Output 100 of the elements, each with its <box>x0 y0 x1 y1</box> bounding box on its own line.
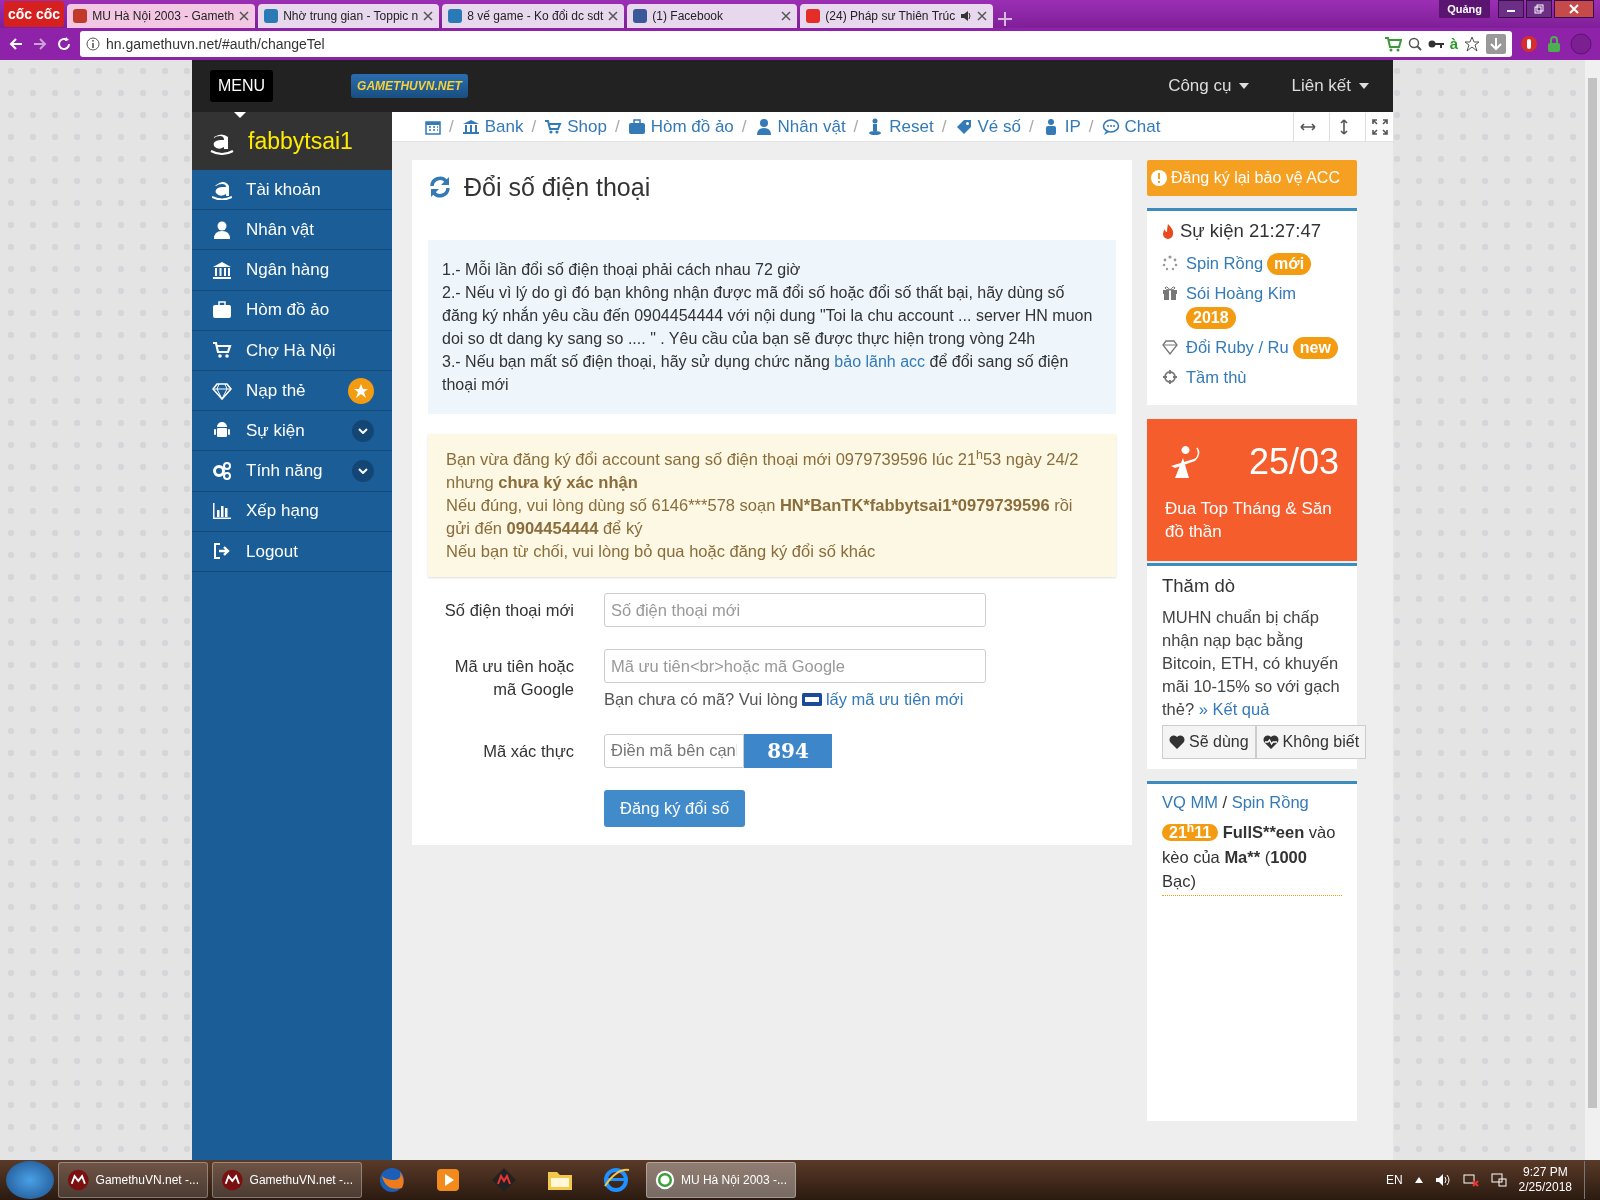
back-icon[interactable] <box>8 36 24 52</box>
cart-icon <box>212 340 232 361</box>
breadcrumb-link[interactable]: Nhân vật <box>754 113 846 140</box>
taskbar-button[interactable]: GamethuVN.net -... <box>58 1162 208 1198</box>
user-name: fabbytsai1 <box>248 126 353 156</box>
poll-button[interactable]: Không biết <box>1255 724 1367 759</box>
browser-tab[interactable]: (24) Pháp sư Thiên Trúc <box>800 4 994 28</box>
site-icon <box>73 9 88 23</box>
gift-icon <box>1162 284 1178 301</box>
breadcrumb-link[interactable]: Vé số <box>954 113 1021 140</box>
breadcrumb-link[interactable]: Shop <box>544 113 607 140</box>
close-icon[interactable] <box>423 11 434 21</box>
breadcrumb-link[interactable]: Chat <box>1101 113 1161 140</box>
profile-name[interactable]: Quảng <box>1439 0 1490 18</box>
info-text: 1.- Mỗi lần đổi số điện thoại phải cách nhau 72 giờ <box>442 259 802 280</box>
spinner-icon <box>1162 254 1178 271</box>
language-indicator[interactable]: EN <box>1385 1171 1403 1189</box>
breadcrumb-link[interactable]: IP <box>1041 113 1081 140</box>
fullscreen-icon <box>1371 118 1388 135</box>
close-icon[interactable] <box>608 11 619 21</box>
site-icon <box>264 9 279 23</box>
minimize-button[interactable] <box>1498 0 1524 18</box>
tab-title: (1) Facebook <box>652 8 725 25</box>
zoom-icon[interactable] <box>1407 37 1422 51</box>
volume-icon[interactable] <box>1434 1173 1451 1187</box>
clock-date[interactable]: 2/25/2018 <box>1518 1180 1572 1195</box>
close-button[interactable] <box>1554 0 1594 18</box>
game-logo-icon <box>67 1168 90 1192</box>
hint-link[interactable]: lấy mã ưu tiên mới <box>825 687 964 712</box>
results-link[interactable]: » Kết quả <box>1198 699 1270 718</box>
new-tab-icon[interactable] <box>996 10 1015 28</box>
caret-up-icon[interactable] <box>1414 1177 1423 1183</box>
nav-dropdown[interactable]: Công cụ <box>1162 72 1256 100</box>
feed-link[interactable]: VQ MM <box>1162 792 1218 811</box>
breadcrumb-link[interactable]: Reset <box>866 113 934 140</box>
site-icon <box>633 9 648 23</box>
user-icon <box>754 117 773 136</box>
star-icon <box>354 383 368 398</box>
site-logo[interactable]: GAMETHUVN.NET <box>351 74 468 98</box>
cart-icon[interactable] <box>1383 36 1402 52</box>
crosshair-icon <box>1162 368 1178 385</box>
restore-button[interactable] <box>1526 0 1552 18</box>
submit-button[interactable]: Đăng ký đổi số <box>604 789 746 827</box>
monitor-icon[interactable] <box>1490 1173 1507 1187</box>
browser-logo[interactable]: cốc cốc <box>4 1 65 27</box>
hint-text: Bạn chưa có mã? Vui lòng <box>604 689 798 710</box>
taskbar-button[interactable]: MU Hà Nội 2003 -... <box>646 1162 796 1198</box>
promo-text: Đua Top Tháng & Săn đồ thần <box>1165 497 1333 543</box>
taskbar-button[interactable]: GamethuVN.net -... <box>212 1162 362 1198</box>
new-badge: mới <box>1267 252 1312 275</box>
info-link[interactable]: bảo lãnh acc <box>834 353 926 370</box>
briefcase-icon <box>212 300 232 321</box>
adblock-icon[interactable] <box>1520 35 1538 53</box>
expand-button[interactable] <box>352 459 374 482</box>
event-link[interactable]: Tầm thù <box>1186 367 1247 386</box>
download-icon[interactable] <box>1486 34 1506 54</box>
field-label: Mã ưu tiên hoặc mã Google <box>453 656 574 700</box>
nav-dropdown[interactable]: Liên kết <box>1285 72 1375 100</box>
star-icon[interactable] <box>1464 36 1480 52</box>
heartbeat-icon <box>1262 733 1279 750</box>
browser-tab[interactable]: MU Hà Nội 2003 - Gameth <box>67 4 256 28</box>
input-field[interactable]: Mã ưu tiên<br>hoặc mã Google <box>604 649 986 683</box>
caret-icon <box>1359 83 1369 89</box>
start-button[interactable] <box>6 1161 54 1199</box>
close-icon[interactable] <box>977 11 988 21</box>
browser-tab[interactable]: (1) Facebook <box>627 4 798 28</box>
game-logo-icon <box>221 1168 244 1192</box>
calendar-icon[interactable] <box>425 118 441 135</box>
tab-title: (24) Pháp sư Thiên Trúc <box>825 8 956 25</box>
menu-button[interactable]: MENU <box>210 70 274 102</box>
reload-icon[interactable] <box>56 36 72 52</box>
address-bar[interactable]: hn.gamethuvn.net/#auth/changeTel à <box>80 31 1512 57</box>
lock-icon[interactable] <box>1546 35 1562 53</box>
key-icon[interactable] <box>1427 39 1444 49</box>
dictionary-button[interactable]: à <box>1449 32 1458 56</box>
expand-button[interactable] <box>352 419 374 442</box>
amazon-icon <box>212 179 232 200</box>
sign-out-icon <box>212 541 232 562</box>
close-icon[interactable] <box>781 11 792 21</box>
breadcrumb-link[interactable]: Bank <box>461 113 524 140</box>
browser-tab[interactable]: Nhờ trung gian - Toppic n <box>258 4 440 28</box>
event-link[interactable]: Đổi Ruby / Ru <box>1186 337 1289 356</box>
network-icon[interactable] <box>1462 1173 1479 1187</box>
refresh-icon <box>428 175 452 199</box>
page-title: Đổi số điện thoại <box>464 172 651 202</box>
event-link[interactable]: Spin Rồng <box>1186 253 1264 272</box>
caret-icon <box>1239 83 1250 89</box>
app-icon <box>655 1168 675 1192</box>
event-link[interactable]: Sói Hoàng Kim <box>1186 283 1297 302</box>
feed-link[interactable]: Spin Rồng <box>1231 792 1309 811</box>
scrollbar-thumb[interactable] <box>1588 78 1597 1108</box>
captcha-image: 894 <box>744 733 832 768</box>
browser-tab[interactable]: 8 vế game - Ko đổi dc sdt <box>442 4 625 28</box>
breadcrumb-link[interactable]: Hòm đồ ảo <box>627 113 734 140</box>
clock-time[interactable]: 9:27 PM <box>1518 1165 1572 1180</box>
poll-button[interactable]: Sẽ dùng <box>1162 724 1256 759</box>
captcha-field[interactable]: Điền mã bên cạnl <box>604 733 744 768</box>
forward-icon[interactable] <box>32 36 48 52</box>
input-field[interactable]: Số điện thoại mới <box>604 593 986 627</box>
close-icon[interactable] <box>239 11 250 21</box>
